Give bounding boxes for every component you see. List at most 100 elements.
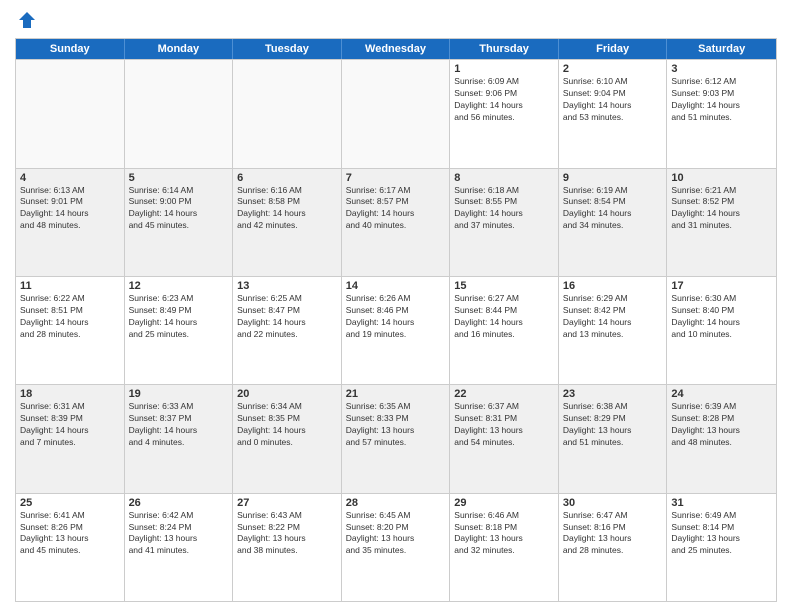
weekday-header-tuesday: Tuesday xyxy=(233,39,342,59)
day-info: Sunrise: 6:14 AMSunset: 9:00 PMDaylight:… xyxy=(129,185,229,233)
weekday-header-wednesday: Wednesday xyxy=(342,39,451,59)
calendar-cell: 13Sunrise: 6:25 AMSunset: 8:47 PMDayligh… xyxy=(233,277,342,384)
weekday-header-sunday: Sunday xyxy=(16,39,125,59)
calendar: SundayMondayTuesdayWednesdayThursdayFrid… xyxy=(15,38,777,602)
day-number: 12 xyxy=(129,280,229,292)
day-info: Sunrise: 6:42 AMSunset: 8:24 PMDaylight:… xyxy=(129,510,229,558)
day-info: Sunrise: 6:35 AMSunset: 8:33 PMDaylight:… xyxy=(346,401,446,449)
calendar-cell xyxy=(342,60,451,167)
calendar-week-2: 11Sunrise: 6:22 AMSunset: 8:51 PMDayligh… xyxy=(16,276,776,384)
day-info: Sunrise: 6:34 AMSunset: 8:35 PMDaylight:… xyxy=(237,401,337,449)
day-info: Sunrise: 6:17 AMSunset: 8:57 PMDaylight:… xyxy=(346,185,446,233)
calendar-cell xyxy=(16,60,125,167)
day-number: 23 xyxy=(563,388,663,400)
day-info: Sunrise: 6:26 AMSunset: 8:46 PMDaylight:… xyxy=(346,293,446,341)
calendar-cell: 19Sunrise: 6:33 AMSunset: 8:37 PMDayligh… xyxy=(125,385,234,492)
calendar-body: 1Sunrise: 6:09 AMSunset: 9:06 PMDaylight… xyxy=(16,59,776,601)
day-info: Sunrise: 6:45 AMSunset: 8:20 PMDaylight:… xyxy=(346,510,446,558)
day-info: Sunrise: 6:47 AMSunset: 8:16 PMDaylight:… xyxy=(563,510,663,558)
day-info: Sunrise: 6:12 AMSunset: 9:03 PMDaylight:… xyxy=(671,76,772,124)
day-number: 25 xyxy=(20,497,120,509)
header xyxy=(15,10,777,30)
day-info: Sunrise: 6:41 AMSunset: 8:26 PMDaylight:… xyxy=(20,510,120,558)
calendar-cell xyxy=(233,60,342,167)
day-number: 15 xyxy=(454,280,554,292)
day-number: 24 xyxy=(671,388,772,400)
calendar-week-4: 25Sunrise: 6:41 AMSunset: 8:26 PMDayligh… xyxy=(16,493,776,601)
day-number: 20 xyxy=(237,388,337,400)
day-info: Sunrise: 6:23 AMSunset: 8:49 PMDaylight:… xyxy=(129,293,229,341)
day-info: Sunrise: 6:46 AMSunset: 8:18 PMDaylight:… xyxy=(454,510,554,558)
weekday-header-monday: Monday xyxy=(125,39,234,59)
day-info: Sunrise: 6:22 AMSunset: 8:51 PMDaylight:… xyxy=(20,293,120,341)
day-info: Sunrise: 6:19 AMSunset: 8:54 PMDaylight:… xyxy=(563,185,663,233)
calendar-week-1: 4Sunrise: 6:13 AMSunset: 9:01 PMDaylight… xyxy=(16,168,776,276)
calendar-cell: 3Sunrise: 6:12 AMSunset: 9:03 PMDaylight… xyxy=(667,60,776,167)
calendar-cell: 2Sunrise: 6:10 AMSunset: 9:04 PMDaylight… xyxy=(559,60,668,167)
calendar-cell: 18Sunrise: 6:31 AMSunset: 8:39 PMDayligh… xyxy=(16,385,125,492)
day-number: 13 xyxy=(237,280,337,292)
calendar-cell: 4Sunrise: 6:13 AMSunset: 9:01 PMDaylight… xyxy=(16,169,125,276)
day-info: Sunrise: 6:10 AMSunset: 9:04 PMDaylight:… xyxy=(563,76,663,124)
day-info: Sunrise: 6:29 AMSunset: 8:42 PMDaylight:… xyxy=(563,293,663,341)
day-number: 5 xyxy=(129,172,229,184)
day-number: 9 xyxy=(563,172,663,184)
day-info: Sunrise: 6:16 AMSunset: 8:58 PMDaylight:… xyxy=(237,185,337,233)
calendar-cell: 28Sunrise: 6:45 AMSunset: 8:20 PMDayligh… xyxy=(342,494,451,601)
calendar-cell: 10Sunrise: 6:21 AMSunset: 8:52 PMDayligh… xyxy=(667,169,776,276)
calendar-cell: 6Sunrise: 6:16 AMSunset: 8:58 PMDaylight… xyxy=(233,169,342,276)
calendar-cell: 30Sunrise: 6:47 AMSunset: 8:16 PMDayligh… xyxy=(559,494,668,601)
day-info: Sunrise: 6:30 AMSunset: 8:40 PMDaylight:… xyxy=(671,293,772,341)
day-number: 14 xyxy=(346,280,446,292)
day-number: 10 xyxy=(671,172,772,184)
calendar-cell: 27Sunrise: 6:43 AMSunset: 8:22 PMDayligh… xyxy=(233,494,342,601)
calendar-cell: 16Sunrise: 6:29 AMSunset: 8:42 PMDayligh… xyxy=(559,277,668,384)
day-info: Sunrise: 6:25 AMSunset: 8:47 PMDaylight:… xyxy=(237,293,337,341)
calendar-cell: 15Sunrise: 6:27 AMSunset: 8:44 PMDayligh… xyxy=(450,277,559,384)
calendar-cell: 26Sunrise: 6:42 AMSunset: 8:24 PMDayligh… xyxy=(125,494,234,601)
calendar-cell: 5Sunrise: 6:14 AMSunset: 9:00 PMDaylight… xyxy=(125,169,234,276)
day-number: 31 xyxy=(671,497,772,509)
day-info: Sunrise: 6:38 AMSunset: 8:29 PMDaylight:… xyxy=(563,401,663,449)
day-number: 7 xyxy=(346,172,446,184)
day-number: 29 xyxy=(454,497,554,509)
day-number: 28 xyxy=(346,497,446,509)
day-number: 11 xyxy=(20,280,120,292)
day-info: Sunrise: 6:09 AMSunset: 9:06 PMDaylight:… xyxy=(454,76,554,124)
calendar-cell: 31Sunrise: 6:49 AMSunset: 8:14 PMDayligh… xyxy=(667,494,776,601)
day-info: Sunrise: 6:18 AMSunset: 8:55 PMDaylight:… xyxy=(454,185,554,233)
day-info: Sunrise: 6:37 AMSunset: 8:31 PMDaylight:… xyxy=(454,401,554,449)
calendar-cell: 23Sunrise: 6:38 AMSunset: 8:29 PMDayligh… xyxy=(559,385,668,492)
day-number: 30 xyxy=(563,497,663,509)
day-number: 2 xyxy=(563,63,663,75)
calendar-cell: 21Sunrise: 6:35 AMSunset: 8:33 PMDayligh… xyxy=(342,385,451,492)
calendar-cell: 8Sunrise: 6:18 AMSunset: 8:55 PMDaylight… xyxy=(450,169,559,276)
logo xyxy=(15,10,37,30)
day-number: 16 xyxy=(563,280,663,292)
calendar-cell: 12Sunrise: 6:23 AMSunset: 8:49 PMDayligh… xyxy=(125,277,234,384)
calendar-cell: 20Sunrise: 6:34 AMSunset: 8:35 PMDayligh… xyxy=(233,385,342,492)
day-number: 17 xyxy=(671,280,772,292)
calendar-header: SundayMondayTuesdayWednesdayThursdayFrid… xyxy=(16,39,776,59)
day-number: 18 xyxy=(20,388,120,400)
day-info: Sunrise: 6:21 AMSunset: 8:52 PMDaylight:… xyxy=(671,185,772,233)
calendar-cell: 24Sunrise: 6:39 AMSunset: 8:28 PMDayligh… xyxy=(667,385,776,492)
day-info: Sunrise: 6:49 AMSunset: 8:14 PMDaylight:… xyxy=(671,510,772,558)
day-info: Sunrise: 6:39 AMSunset: 8:28 PMDaylight:… xyxy=(671,401,772,449)
day-number: 6 xyxy=(237,172,337,184)
day-number: 21 xyxy=(346,388,446,400)
day-info: Sunrise: 6:33 AMSunset: 8:37 PMDaylight:… xyxy=(129,401,229,449)
day-info: Sunrise: 6:13 AMSunset: 9:01 PMDaylight:… xyxy=(20,185,120,233)
day-number: 4 xyxy=(20,172,120,184)
calendar-week-0: 1Sunrise: 6:09 AMSunset: 9:06 PMDaylight… xyxy=(16,59,776,167)
weekday-header-thursday: Thursday xyxy=(450,39,559,59)
calendar-cell: 14Sunrise: 6:26 AMSunset: 8:46 PMDayligh… xyxy=(342,277,451,384)
day-number: 8 xyxy=(454,172,554,184)
day-number: 1 xyxy=(454,63,554,75)
day-number: 3 xyxy=(671,63,772,75)
calendar-cell: 17Sunrise: 6:30 AMSunset: 8:40 PMDayligh… xyxy=(667,277,776,384)
weekday-header-friday: Friday xyxy=(559,39,668,59)
weekday-header-saturday: Saturday xyxy=(667,39,776,59)
day-info: Sunrise: 6:43 AMSunset: 8:22 PMDaylight:… xyxy=(237,510,337,558)
day-number: 22 xyxy=(454,388,554,400)
